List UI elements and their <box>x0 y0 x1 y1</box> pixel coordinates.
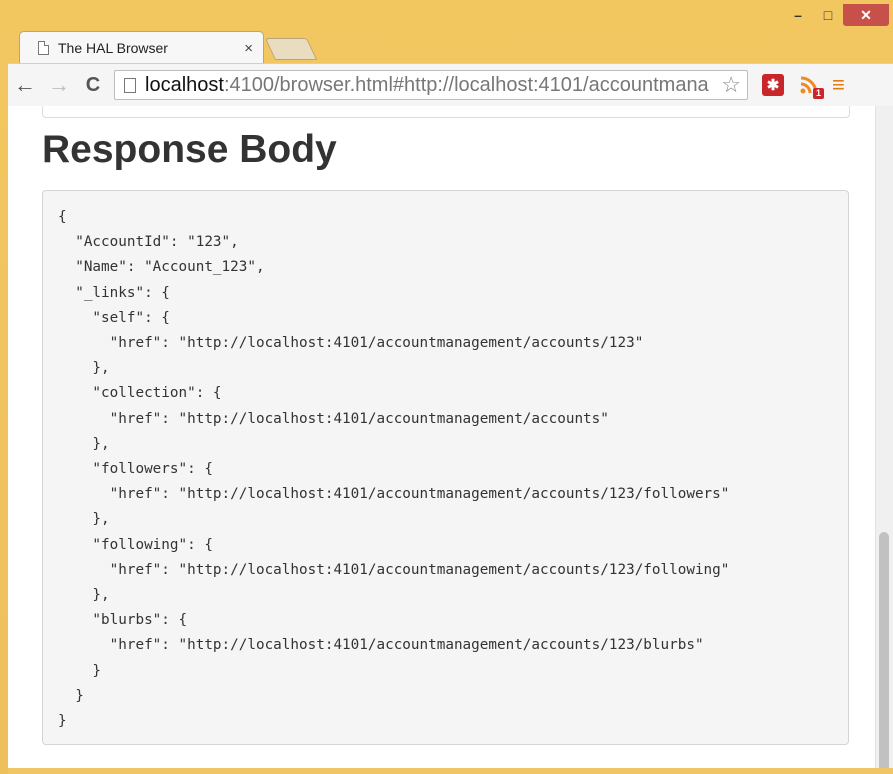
scrollbar-thumb[interactable] <box>879 532 889 768</box>
url-host: localhost <box>145 73 224 96</box>
back-button[interactable]: ← <box>8 70 42 100</box>
new-tab-button[interactable] <box>264 38 318 60</box>
vertical-scrollbar[interactable] <box>875 106 893 768</box>
rss-extension-icon[interactable]: 1 <box>798 74 824 99</box>
close-window-button[interactable]: ✕ <box>843 4 889 26</box>
minimize-button[interactable]: – <box>783 4 813 26</box>
extension-asterisk-icon[interactable]: ✱ <box>762 74 784 96</box>
tab-close-icon[interactable]: × <box>244 40 253 57</box>
window-bottom-border <box>8 768 893 774</box>
browser-toolbar: ← → C localhost:4100/browser.html#http:/… <box>8 63 893 107</box>
previous-section-box <box>42 106 850 118</box>
url-path: :4100/browser.html#http://localhost:4101… <box>223 73 709 96</box>
url-text: localhost:4100/browser.html#http://local… <box>145 74 715 97</box>
maximize-button[interactable]: □ <box>813 4 843 26</box>
tab-title: The HAL Browser <box>58 40 168 56</box>
extension-badge: 1 <box>812 88 824 99</box>
menu-icon[interactable]: ≡ <box>832 72 845 98</box>
reload-button[interactable]: C <box>76 70 110 100</box>
bookmark-star-icon[interactable]: ☆ <box>715 72 747 98</box>
window-controls: – □ ✕ <box>783 4 889 30</box>
forward-button[interactable]: → <box>42 70 76 100</box>
browser-window: – □ ✕ The HAL Browser × ← → C localhost:… <box>0 0 893 774</box>
page-icon <box>124 77 136 93</box>
tab-hal-browser[interactable]: The HAL Browser × <box>19 31 264 64</box>
page-content: Response Body { "AccountId": "123", "Nam… <box>8 106 893 768</box>
address-bar[interactable]: localhost:4100/browser.html#http://local… <box>114 70 748 100</box>
page-icon <box>38 41 49 55</box>
page-title: Response Body <box>42 128 337 171</box>
response-body-json: { "AccountId": "123", "Name": "Account_1… <box>42 190 849 745</box>
